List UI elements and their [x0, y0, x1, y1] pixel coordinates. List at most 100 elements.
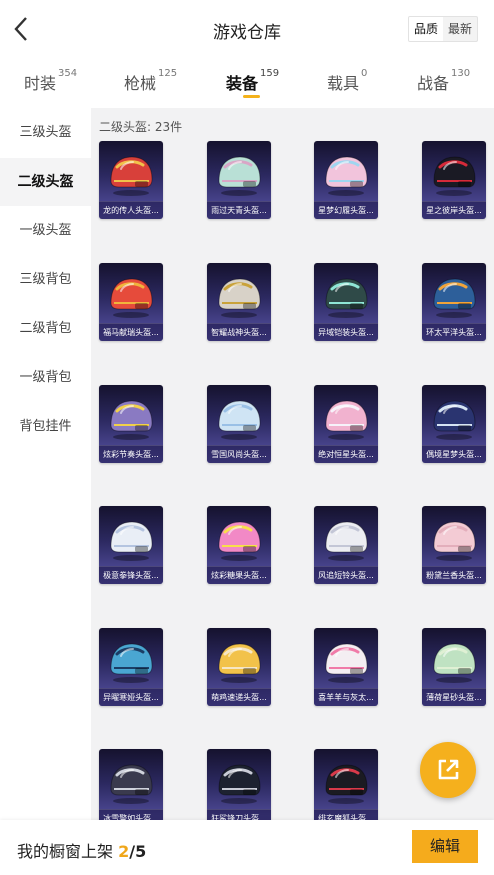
helmet-item-card[interactable]: 风追短铃头盔...: [314, 506, 378, 584]
tab-label: 枪械: [124, 74, 157, 93]
helmet-image: [213, 271, 265, 321]
helmet-item-card[interactable]: 偶境星梦头盔...: [422, 385, 486, 463]
helmet-image: [320, 271, 372, 321]
helmet-image: [213, 636, 265, 686]
tab-label: 战备: [417, 74, 450, 93]
showcase-label: 我的橱窗上架: [17, 842, 114, 861]
tab-label: 装备: [226, 74, 259, 93]
helmet-item-card[interactable]: 福马献瑞头盔...: [99, 263, 163, 341]
showcase-status: 我的橱窗上架 2/5: [17, 838, 146, 862]
sidebar-item-level1-backpack[interactable]: 一级背包: [0, 354, 91, 402]
helmet-image: [320, 636, 372, 686]
tab-combat-gear[interactable]: 战备130: [417, 68, 471, 94]
sidebar-item-level3-helmet[interactable]: 三级头盔: [0, 109, 91, 157]
bottom-bar: 我的橱窗上架 2/5 编辑: [0, 820, 494, 875]
helmet-name: 雪国风尚头盔...: [207, 445, 271, 463]
sidebar-item-level3-backpack[interactable]: 三级背包: [0, 256, 91, 304]
helmet-name: 粉黛兰香头盔...: [422, 566, 486, 584]
helmet-name: 炫彩节奏头盔...: [99, 445, 163, 463]
helmet-name: 炫彩糖果头盔...: [207, 566, 271, 584]
helmet-item-card[interactable]: 冰雪警如头盔...: [99, 749, 163, 827]
header: 游戏仓库 品质 最新: [0, 0, 494, 58]
helmet-item-card[interactable]: 绯玄魔狐头盔...: [314, 749, 378, 827]
helmet-image: [105, 757, 157, 807]
helmet-image: [320, 757, 372, 807]
helmet-item-card[interactable]: 雨过天青头盔...: [207, 141, 271, 219]
tab-count: 125: [158, 68, 178, 79]
share-button[interactable]: [420, 742, 476, 798]
tab-label: 时装: [24, 74, 57, 93]
helmet-image: [428, 393, 480, 443]
tab-label: 载具: [327, 74, 360, 93]
helmet-item-card[interactable]: 萌鸡速递头盔...: [207, 628, 271, 706]
helmet-item-card[interactable]: 异曜寒娅头盔...: [99, 628, 163, 706]
helmet-item-card[interactable]: 异域铠装头盔...: [314, 263, 378, 341]
sort-option-latest[interactable]: 最新: [443, 17, 477, 41]
helmet-name: 福马献瑞头盔...: [99, 323, 163, 341]
sidebar-item-level2-backpack[interactable]: 二级背包: [0, 305, 91, 353]
helmet-name: 异曜寒娅头盔...: [99, 688, 163, 706]
helmet-image: [105, 393, 157, 443]
helmet-name: 环太平洋头盔...: [422, 323, 486, 341]
helmet-name: 喜羊羊与灰太...: [314, 688, 378, 706]
helmet-image: [428, 271, 480, 321]
helmet-item-card[interactable]: 环太平洋头盔...: [422, 263, 486, 341]
sidebar-item-backpack-pendant[interactable]: 背包挂件: [0, 403, 91, 451]
helmet-item-card[interactable]: 星梦幻履头盔...: [314, 141, 378, 219]
helmet-name: 萌鸡速递头盔...: [207, 688, 271, 706]
helmet-item-card[interactable]: 龙的传人头盔...: [99, 141, 163, 219]
helmet-image: [105, 636, 157, 686]
helmet-item-card[interactable]: 粉黛兰香头盔...: [422, 506, 486, 584]
tab-guns[interactable]: 枪械125: [124, 68, 178, 94]
sidebar-item-level2-helmet[interactable]: 二级头盔: [0, 158, 91, 206]
category-tabs: 时装354 枪械125 装备159 载具0 战备130: [0, 58, 494, 108]
helmet-image: [428, 636, 480, 686]
helmet-image: [213, 149, 265, 199]
edit-button[interactable]: 编辑: [412, 830, 478, 863]
tab-count: 159: [260, 68, 280, 79]
showcase-total-count: /5: [129, 842, 147, 861]
tab-equipment[interactable]: 装备159: [226, 68, 280, 94]
sidebar-item-level1-helmet[interactable]: 一级头盔: [0, 207, 91, 255]
helmet-item-card[interactable]: 雪国风尚头盔...: [207, 385, 271, 463]
helmet-name: 智耀战神头盔...: [207, 323, 271, 341]
sort-option-quality[interactable]: 品质: [408, 17, 443, 41]
helmet-image: [428, 149, 480, 199]
helmet-name: 极意拳锋头盔...: [99, 566, 163, 584]
helmet-image: [105, 149, 157, 199]
helmet-item-card[interactable]: 绝对恒星头盔...: [314, 385, 378, 463]
helmet-item-card[interactable]: 薄荷星砂头盔...: [422, 628, 486, 706]
helmet-image: [320, 149, 372, 199]
helmet-item-card[interactable]: 炫彩糖果头盔...: [207, 506, 271, 584]
helmet-name: 龙的传人头盔...: [99, 201, 163, 219]
helmet-item-card[interactable]: 智耀战神头盔...: [207, 263, 271, 341]
helmet-name: 星之彼岸头盔...: [422, 201, 486, 219]
helmet-item-card[interactable]: 星之彼岸头盔...: [422, 141, 486, 219]
helmet-item-card[interactable]: 极意拳锋头盔...: [99, 506, 163, 584]
helmet-name: 风追短铃头盔...: [314, 566, 378, 584]
section-title: 二级头盔: 23件: [99, 120, 183, 134]
helmet-item-card[interactable]: 狂鲨锋刀头盔...: [207, 749, 271, 827]
helmet-name: 雨过天青头盔...: [207, 201, 271, 219]
share-icon: [438, 759, 459, 780]
tab-count: 130: [451, 68, 471, 79]
active-tab-indicator: [243, 95, 260, 98]
helmet-image: [105, 271, 157, 321]
helmet-image: [320, 393, 372, 443]
helmet-image: [105, 514, 157, 564]
helmet-item-card[interactable]: 炫彩节奏头盔...: [99, 385, 163, 463]
helmet-name: 异域铠装头盔...: [314, 323, 378, 341]
sidebar: 三级头盔 二级头盔 一级头盔 三级背包 二级背包 一级背包 背包挂件: [0, 108, 91, 875]
helmet-image: [213, 393, 265, 443]
sort-toggle: 品质 最新: [407, 16, 478, 42]
tab-vehicles[interactable]: 载具0: [327, 68, 367, 94]
helmet-image: [213, 514, 265, 564]
helmet-name: 偶境星梦头盔...: [422, 445, 486, 463]
helmet-name: 星梦幻履头盔...: [314, 201, 378, 219]
tab-count: 354: [58, 68, 78, 79]
helmet-image: [428, 514, 480, 564]
helmet-item-card[interactable]: 喜羊羊与灰太...: [314, 628, 378, 706]
helmet-image: [213, 757, 265, 807]
helmet-image: [320, 514, 372, 564]
tab-fashion[interactable]: 时装354: [24, 68, 78, 94]
